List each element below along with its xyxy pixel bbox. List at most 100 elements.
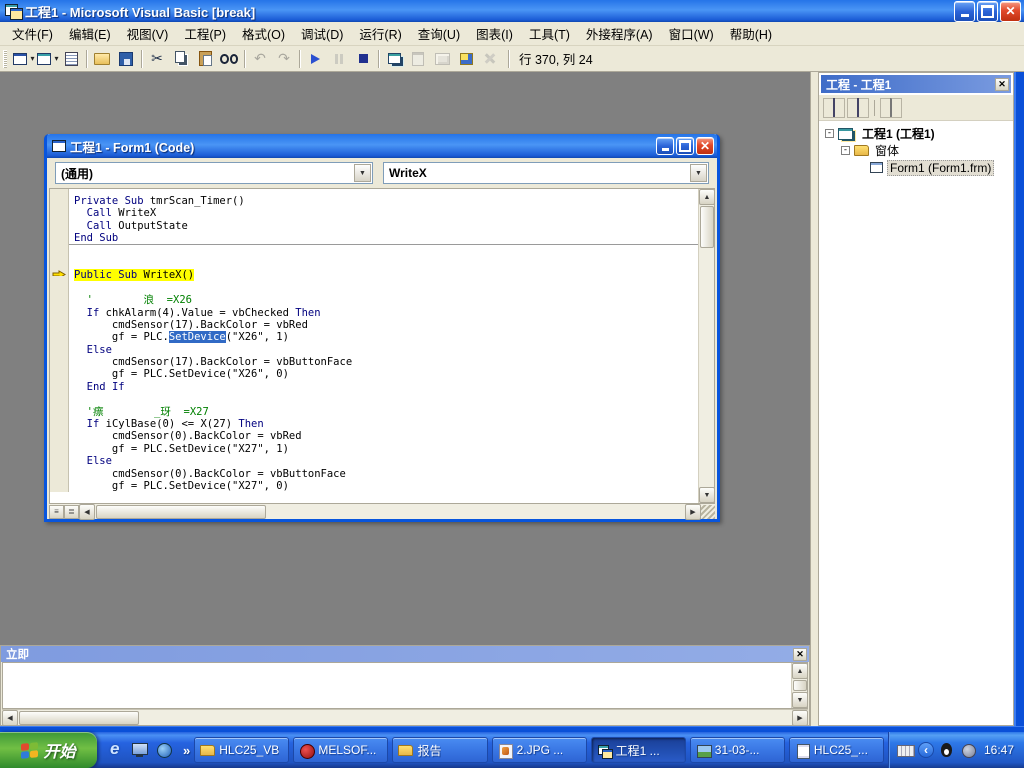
- immediate-close-button[interactable]: ✕: [793, 648, 807, 661]
- close-button[interactable]: [1000, 1, 1021, 22]
- menu-editor-button[interactable]: [59, 48, 83, 70]
- scroll-left-icon[interactable]: ◀: [2, 710, 18, 726]
- menu-item[interactable]: 工具(T): [521, 21, 578, 46]
- code-minimize-button[interactable]: [656, 137, 674, 155]
- immediate-horizontal-scrollbar[interactable]: ◀ ▶: [2, 709, 808, 725]
- taskbar-task-button[interactable]: 工程1 ...: [591, 737, 686, 763]
- horizontal-scroll-thumb[interactable]: [96, 505, 266, 519]
- immediate-content[interactable]: ▲ ▼: [2, 662, 808, 709]
- undo-button[interactable]: [248, 48, 272, 70]
- paste-button[interactable]: [193, 48, 217, 70]
- scroll-up-icon[interactable]: ▲: [792, 663, 808, 679]
- code-line-text[interactable]: Else: [69, 344, 698, 356]
- full-module-view-button[interactable]: ≣: [64, 505, 79, 519]
- vertical-scroll-thumb[interactable]: [793, 680, 807, 691]
- tree-item-label[interactable]: 窗体: [873, 142, 901, 159]
- tree-item-label[interactable]: 工程1 (工程1): [860, 125, 937, 142]
- procedure-dropdown[interactable]: WriteX ▼: [383, 162, 709, 184]
- view-code-button[interactable]: [823, 98, 845, 118]
- code-line-text[interactable]: '瘭 _玡 =X27: [69, 406, 698, 418]
- code-line-text[interactable]: [69, 257, 698, 269]
- code-line-text[interactable]: gf = PLC.SetDevice("X26", 1): [69, 331, 698, 343]
- code-maximize-button[interactable]: [676, 137, 694, 155]
- chevron-down-icon[interactable]: ▼: [690, 164, 707, 182]
- dropdown-caret-icon[interactable]: ▾: [30, 54, 34, 63]
- copy-button[interactable]: [169, 48, 193, 70]
- object-browser-button[interactable]: [454, 48, 478, 70]
- tree-row[interactable]: Form1 (Form1.frm): [821, 159, 1011, 176]
- menu-item[interactable]: 视图(V): [119, 21, 177, 46]
- taskbar-task-button[interactable]: HLC25_VB: [194, 737, 289, 763]
- menu-item[interactable]: 格式(O): [234, 21, 293, 46]
- scroll-right-icon[interactable]: ▶: [792, 710, 808, 726]
- code-line-text[interactable]: If iCylBase(0) <= X(27) Then: [69, 418, 698, 430]
- code-close-button[interactable]: [696, 137, 714, 155]
- form-layout-button[interactable]: [430, 48, 454, 70]
- toggle-folders-button[interactable]: [880, 98, 902, 118]
- keyboard-icon[interactable]: [897, 742, 913, 758]
- code-line-text[interactable]: cmdSensor(0).BackColor = vbRed: [69, 430, 698, 442]
- code-line-text[interactable]: End Sub: [69, 232, 698, 244]
- maximize-button[interactable]: [977, 1, 998, 22]
- add-form-button[interactable]: ▾: [35, 48, 59, 70]
- code-line-text[interactable]: [69, 245, 698, 257]
- menu-item[interactable]: 调试(D): [293, 21, 351, 46]
- scroll-down-icon[interactable]: ▼: [792, 692, 808, 708]
- menu-item[interactable]: 运行(R): [351, 21, 409, 46]
- project-explorer-button[interactable]: [382, 48, 406, 70]
- menu-item[interactable]: 窗口(W): [661, 21, 722, 46]
- menu-item[interactable]: 工程(P): [176, 21, 234, 46]
- save-button[interactable]: [114, 48, 138, 70]
- code-line-text[interactable]: Call WriteX: [69, 207, 698, 219]
- ie-icon[interactable]: [107, 741, 125, 759]
- taskbar-task-button[interactable]: MELSOF...: [293, 737, 388, 763]
- code-line-text[interactable]: End If: [69, 381, 698, 393]
- taskbar-task-button[interactable]: 2.JPG ...: [492, 737, 587, 763]
- code-line-text[interactable]: Call OutputState: [69, 220, 698, 232]
- cut-button[interactable]: [145, 48, 169, 70]
- add-project-button[interactable]: ▾: [11, 48, 35, 70]
- panel-splitter[interactable]: [810, 72, 818, 726]
- taskbar-task-button[interactable]: HLC25_...: [789, 737, 884, 763]
- taskbar-task-button[interactable]: 报告: [392, 737, 487, 763]
- quick-launch-overflow-icon[interactable]: »: [183, 743, 190, 758]
- code-line-text[interactable]: ' 浪 =X26: [69, 294, 698, 306]
- taskbar-task-button[interactable]: 31-03-...: [690, 737, 785, 763]
- scroll-left-icon[interactable]: ◀: [79, 504, 95, 520]
- project-panel-close-button[interactable]: ✕: [995, 78, 1009, 91]
- menu-item[interactable]: 文件(F): [4, 21, 61, 46]
- tree-item-label[interactable]: Form1 (Form1.frm): [887, 160, 994, 176]
- code-line-text[interactable]: If chkAlarm(4).Value = vbChecked Then: [69, 307, 698, 319]
- scroll-down-icon[interactable]: ▼: [699, 487, 715, 503]
- procedure-view-button[interactable]: ≡: [49, 505, 64, 519]
- view-object-button[interactable]: [847, 98, 869, 118]
- immediate-vertical-scrollbar[interactable]: ▲ ▼: [791, 663, 807, 708]
- code-line-text[interactable]: gf = PLC.SetDevice("X27", 1): [69, 443, 698, 455]
- horizontal-scroll-thumb[interactable]: [19, 711, 139, 725]
- show-desktop-icon[interactable]: [131, 741, 149, 759]
- project-panel-titlebar[interactable]: 工程 - 工程1 ✕: [821, 75, 1011, 93]
- tree-row[interactable]: -工程1 (工程1): [821, 125, 1011, 142]
- open-button[interactable]: [90, 48, 114, 70]
- code-line-text[interactable]: Public Sub WriteX(): [69, 269, 698, 281]
- code-line-text[interactable]: cmdSensor(0).BackColor = vbButtonFace: [69, 468, 698, 480]
- immediate-titlebar[interactable]: 立即 ✕: [1, 646, 809, 662]
- code-text[interactable]: Private Sub tmrScan_Timer() Call WriteX …: [50, 189, 698, 503]
- properties-window-button[interactable]: [406, 48, 430, 70]
- code-line-text[interactable]: [69, 282, 698, 294]
- stop-button[interactable]: [351, 48, 375, 70]
- media-player-icon[interactable]: [155, 741, 173, 759]
- chevron-down-icon[interactable]: ▼: [354, 164, 371, 182]
- qq-icon[interactable]: [939, 742, 955, 758]
- resize-grip[interactable]: [701, 505, 715, 519]
- menu-item[interactable]: 外接程序(A): [578, 21, 661, 46]
- run-button[interactable]: [303, 48, 327, 70]
- code-line-text[interactable]: [69, 393, 698, 405]
- code-vertical-scrollbar[interactable]: ▲ ▼: [698, 189, 714, 503]
- code-line-text[interactable]: gf = PLC.SetDevice("X27", 0): [69, 480, 698, 492]
- minimize-button[interactable]: [954, 1, 975, 22]
- margin-indicator-cell[interactable]: [50, 474, 69, 492]
- code-line-text[interactable]: cmdSensor(17).BackColor = vbRed: [69, 319, 698, 331]
- code-line-text[interactable]: Else: [69, 455, 698, 467]
- tree-row[interactable]: -窗体: [821, 142, 1011, 159]
